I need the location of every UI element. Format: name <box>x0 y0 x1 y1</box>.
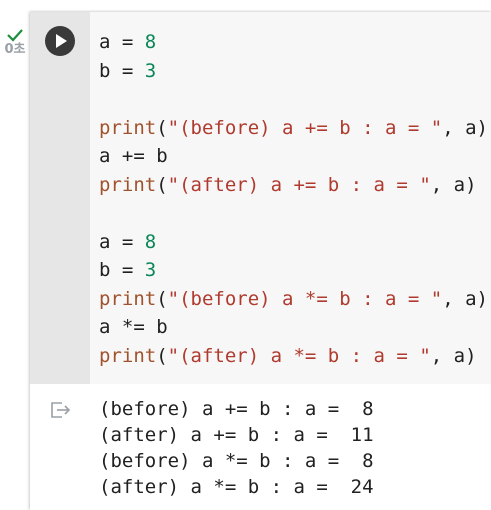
code-line: a = 8 <box>99 228 488 257</box>
code-line: print("(after) a += b : a = ", a) <box>99 171 488 200</box>
code-line: b = 3 <box>99 256 488 285</box>
code-token: b = <box>99 59 145 82</box>
code-token: 3 <box>144 259 157 281</box>
code-token: ( <box>156 287 168 310</box>
code-cell[interactable]: a = 8b = 3 print("(before) a += b : a = … <box>30 12 491 510</box>
code-token: "(after) a *= b : a = " <box>167 344 431 367</box>
play-icon <box>56 34 67 48</box>
output-line: (before) a *= b : a = 8 <box>99 450 374 472</box>
code-line: b = 3 <box>99 57 488 86</box>
code-token: 3 <box>144 59 157 82</box>
code-token: b = <box>99 259 145 281</box>
execution-time: 0초 <box>4 42 26 57</box>
code-line: print("(after) a *= b : a = ", a) <box>99 342 488 371</box>
code-line: print("(before) a += b : a = ", a) <box>99 114 488 143</box>
code-token: a = <box>99 31 145 53</box>
code-token: a += b <box>99 145 168 167</box>
code-token: a *= b <box>99 316 168 338</box>
code-token: a = <box>99 230 145 253</box>
code-token: 8 <box>144 230 157 253</box>
output-line: (after) a *= b : a = 24 <box>99 476 374 498</box>
code-token: ( <box>156 173 168 196</box>
output-exit-icon[interactable] <box>50 400 72 420</box>
code-token: "(after) a += b : a = " <box>167 173 431 196</box>
code-token: print <box>99 116 157 139</box>
code-token: print <box>99 173 157 196</box>
code-token: , a) <box>430 344 477 367</box>
code-token: 8 <box>144 31 157 53</box>
code-token: , a) <box>442 287 488 310</box>
code-line: print("(before) a *= b : a = ", a) <box>99 285 488 314</box>
output-line: (before) a += b : a = 8 <box>99 398 374 420</box>
code-token: ( <box>156 344 168 367</box>
run-cell-button[interactable] <box>45 26 75 56</box>
code-token: print <box>99 287 157 310</box>
code-line: a = 8 <box>99 28 488 57</box>
code-token: "(before) a += b : a = " <box>167 116 443 139</box>
cell-output: (before) a += b : a = 8 (after) a += b : … <box>30 384 491 510</box>
code-token: , a) <box>430 173 477 196</box>
code-token: , a) <box>442 116 488 139</box>
output-text: (before) a += b : a = 8 (after) a += b : … <box>99 396 374 500</box>
execution-status: 0초 <box>0 28 30 58</box>
cell-input[interactable]: a = 8b = 3 print("(before) a += b : a = … <box>30 12 491 384</box>
cell-gutter <box>30 12 90 384</box>
code-line: a *= b <box>99 313 488 342</box>
check-icon <box>7 29 23 42</box>
code-editor[interactable]: a = 8b = 3 print("(before) a += b : a = … <box>99 28 488 370</box>
code-token: ( <box>156 116 168 139</box>
code-token: print <box>99 344 157 367</box>
code-line: a += b <box>99 142 488 171</box>
code-token: "(before) a *= b : a = " <box>167 287 443 310</box>
output-line: (after) a += b : a = 11 <box>99 424 374 446</box>
